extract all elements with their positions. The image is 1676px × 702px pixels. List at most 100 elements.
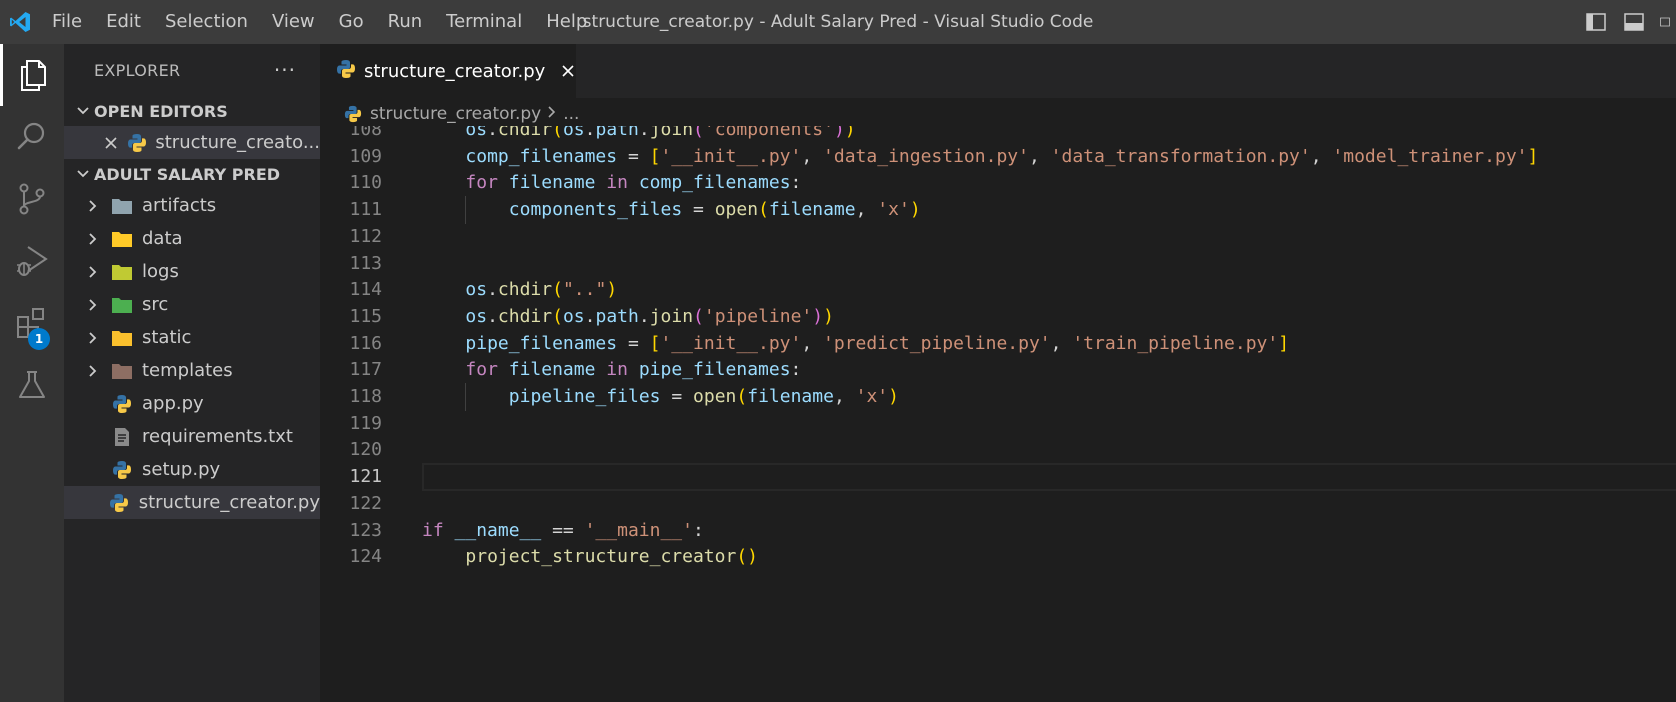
code-line[interactable]: 112 bbox=[320, 223, 1676, 251]
code-line[interactable]: 122 bbox=[320, 490, 1676, 518]
run-debug-icon[interactable] bbox=[0, 230, 64, 292]
code-token: 'model_trainer.py' bbox=[1332, 145, 1528, 167]
code-token: components_files bbox=[508, 199, 683, 221]
code-line[interactable]: 119 bbox=[320, 410, 1676, 438]
menu-run[interactable]: Run bbox=[376, 0, 435, 44]
code-text: pipe_filenames = ['__init__.py', 'predic… bbox=[465, 330, 1289, 358]
code-text: components_files = open(filename, 'x') bbox=[509, 196, 921, 224]
code-token: in bbox=[606, 359, 628, 381]
code-token: = bbox=[682, 199, 715, 221]
src-folder-icon bbox=[110, 293, 134, 317]
code-token: '__init__.py' bbox=[660, 145, 802, 167]
code-token: : bbox=[790, 359, 802, 381]
folder-item-logs[interactable]: logs bbox=[64, 255, 320, 288]
code-line[interactable]: 109 comp_filenames = ['__init__.py', 'dat… bbox=[320, 143, 1676, 171]
chevron-right-icon bbox=[82, 228, 104, 250]
source-control-icon[interactable] bbox=[0, 168, 64, 230]
toggle-primary-sidebar-icon[interactable] bbox=[1584, 10, 1608, 34]
code-token: os bbox=[562, 305, 585, 327]
close-icon[interactable] bbox=[100, 131, 122, 155]
code-line[interactable]: 115 os.chdir(os.path.join('pipeline')) bbox=[320, 303, 1676, 331]
line-number: 109 bbox=[349, 145, 382, 167]
code-token: ) bbox=[606, 279, 618, 301]
menu-view[interactable]: View bbox=[260, 0, 327, 44]
code-line[interactable]: 110 for filename in comp_filenames: bbox=[320, 169, 1676, 197]
code-token: path bbox=[595, 126, 639, 140]
folder-item-artifacts[interactable]: artifacts bbox=[64, 189, 320, 222]
code-token: pipeline_files bbox=[508, 386, 661, 407]
project-section[interactable]: ADULT SALARY PRED bbox=[64, 159, 320, 189]
menu-selection[interactable]: Selection bbox=[153, 0, 260, 44]
code-line[interactable]: 116 pipe_filenames = ['__init__.py', 'pre… bbox=[320, 330, 1676, 358]
folder-item-data[interactable]: data bbox=[64, 222, 320, 255]
code-token: filename bbox=[508, 359, 596, 381]
code-token: == bbox=[541, 519, 585, 541]
text-file-icon bbox=[110, 425, 134, 449]
code-line[interactable]: 108 os.chdir(os.path.join('components')) bbox=[320, 126, 1676, 144]
line-number: 110 bbox=[349, 172, 382, 194]
open-editor-item[interactable]: structure_creato... bbox=[64, 126, 320, 159]
line-number: 118 bbox=[349, 386, 382, 407]
code-token: [ bbox=[649, 145, 661, 167]
explorer-icon[interactable] bbox=[0, 44, 64, 106]
tab-structure-creator[interactable]: structure_creator.py bbox=[320, 44, 576, 98]
open-editors-section[interactable]: OPEN EDITORS bbox=[64, 96, 320, 126]
code-line[interactable]: 118 pipeline_files = open(filename, 'x') bbox=[320, 383, 1676, 411]
code-token: ( bbox=[552, 279, 563, 301]
line-number: 113 bbox=[349, 252, 382, 274]
file-item-structure-creator-py[interactable]: structure_creator.py bbox=[64, 486, 320, 519]
menu-edit[interactable]: Edit bbox=[94, 0, 153, 44]
code-line[interactable]: 121 bbox=[320, 463, 1676, 492]
menu-bar: File Edit Selection View Go Run Terminal Help bbox=[40, 0, 599, 44]
code-token: '__main__' bbox=[584, 519, 693, 541]
file-item-setup-py[interactable]: setup.py bbox=[64, 453, 320, 486]
tab-label: structure_creator.py bbox=[364, 60, 546, 82]
breadcrumb-file[interactable]: structure_creator.py bbox=[370, 104, 541, 124]
code-line[interactable]: 123 if __name__ == '__main__': bbox=[320, 517, 1676, 545]
code-token: '__init__.py' bbox=[660, 332, 802, 354]
folder-item-templates[interactable]: templates bbox=[64, 354, 320, 387]
code-token: os bbox=[465, 279, 488, 301]
more-actions-icon[interactable]: ··· bbox=[274, 58, 296, 82]
folder-item-src[interactable]: src bbox=[64, 288, 320, 321]
code-line[interactable]: 120 bbox=[320, 436, 1676, 464]
folder-item-static[interactable]: static bbox=[64, 321, 320, 354]
line-number: 115 bbox=[349, 305, 382, 327]
code-token: ( bbox=[693, 126, 704, 140]
close-icon[interactable] bbox=[559, 61, 576, 81]
code-token: pipe_filenames bbox=[638, 359, 791, 381]
menu-help[interactable]: Help bbox=[534, 0, 599, 44]
line-number: 123 bbox=[349, 519, 382, 541]
code-text: comp_filenames = ['__init__.py', 'data_i… bbox=[465, 143, 1538, 171]
menu-terminal[interactable]: Terminal bbox=[434, 0, 534, 44]
code-line[interactable]: 117 for filename in pipe_filenames: bbox=[320, 356, 1676, 384]
code-editor[interactable]: 108 os.chdir(os.path.join('components')) 1… bbox=[320, 126, 1676, 702]
toggle-secondary-sidebar-icon[interactable] bbox=[1660, 10, 1670, 34]
file-tree: artifacts data logs src static templates app.p… bbox=[64, 189, 320, 519]
file-item-requirements-txt[interactable]: requirements.txt bbox=[64, 420, 320, 453]
file-item-app-py[interactable]: app.py bbox=[64, 387, 320, 420]
line-number: 117 bbox=[349, 359, 382, 381]
code-text: pipeline_files = open(filename, 'x') bbox=[509, 383, 899, 411]
code-line[interactable]: 111 components_files = open(filename, 'x'… bbox=[320, 196, 1676, 225]
code-line[interactable]: 114 os.chdir("..") bbox=[320, 276, 1676, 304]
search-icon[interactable] bbox=[0, 106, 64, 168]
menu-file[interactable]: File bbox=[40, 0, 94, 44]
code-token: = bbox=[617, 332, 650, 354]
code-line[interactable]: 113 bbox=[320, 250, 1676, 278]
code-token: . bbox=[487, 279, 498, 301]
extensions-icon[interactable]: 1 bbox=[0, 292, 64, 354]
code-line[interactable]: 124 project_structure_creator() bbox=[320, 543, 1676, 571]
code-token: , bbox=[833, 386, 856, 407]
menu-go[interactable]: Go bbox=[327, 0, 376, 44]
toggle-panel-icon[interactable] bbox=[1622, 10, 1646, 34]
code-token: for bbox=[465, 359, 498, 381]
open-editor-label: structure_creato... bbox=[155, 132, 320, 153]
code-token: . bbox=[487, 305, 498, 327]
testing-icon[interactable] bbox=[0, 354, 64, 416]
chevron-right-icon bbox=[82, 294, 104, 316]
breadcrumb-symbol[interactable]: ... bbox=[563, 104, 579, 124]
logs-folder-icon bbox=[110, 260, 134, 284]
tree-item-label: artifacts bbox=[142, 195, 217, 216]
templates-folder-icon bbox=[110, 359, 134, 383]
